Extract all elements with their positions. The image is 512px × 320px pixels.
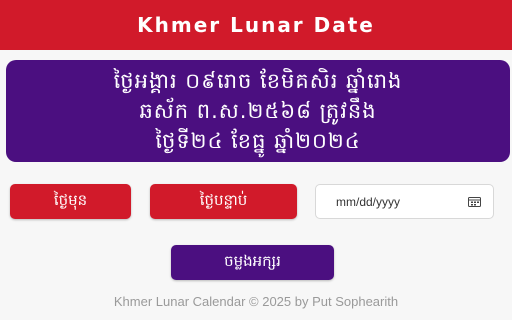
app-title: Khmer Lunar Date bbox=[137, 13, 375, 37]
previous-day-button[interactable]: ថ្ងៃមុន bbox=[10, 184, 131, 219]
footer-credit: Khmer Lunar Calendar © 2025 by Put Sophe… bbox=[113, 294, 399, 309]
lunar-date-line-3: ថ្ងៃទី២៤ ខែធ្នូ ឆ្នាំ២០២៤ bbox=[155, 129, 361, 153]
lunar-date-card: ថ្ងៃអង្គារ ០៩រោច ខែមិគសិរ ឆ្នាំរោង ឆស័ក … bbox=[6, 60, 510, 162]
lunar-date-line-2: ឆស័ក ព.ស.២៥៦៨ ត្រូវនឹង bbox=[139, 99, 377, 123]
copy-text-button[interactable]: ចម្លងអក្សរ bbox=[171, 245, 334, 280]
date-input-placeholder: mm/dd/yyyy bbox=[336, 194, 401, 209]
next-day-button[interactable]: ថ្ងៃបន្ទាប់ bbox=[150, 184, 297, 219]
lunar-date-line-1: ថ្ងៃអង្គារ ០៩រោច ខែមិគសិរ ឆ្នាំរោង bbox=[113, 69, 403, 93]
calendar-icon[interactable] bbox=[468, 196, 481, 207]
app-header: Khmer Lunar Date bbox=[0, 0, 512, 50]
date-input[interactable]: mm/dd/yyyy bbox=[315, 184, 494, 219]
